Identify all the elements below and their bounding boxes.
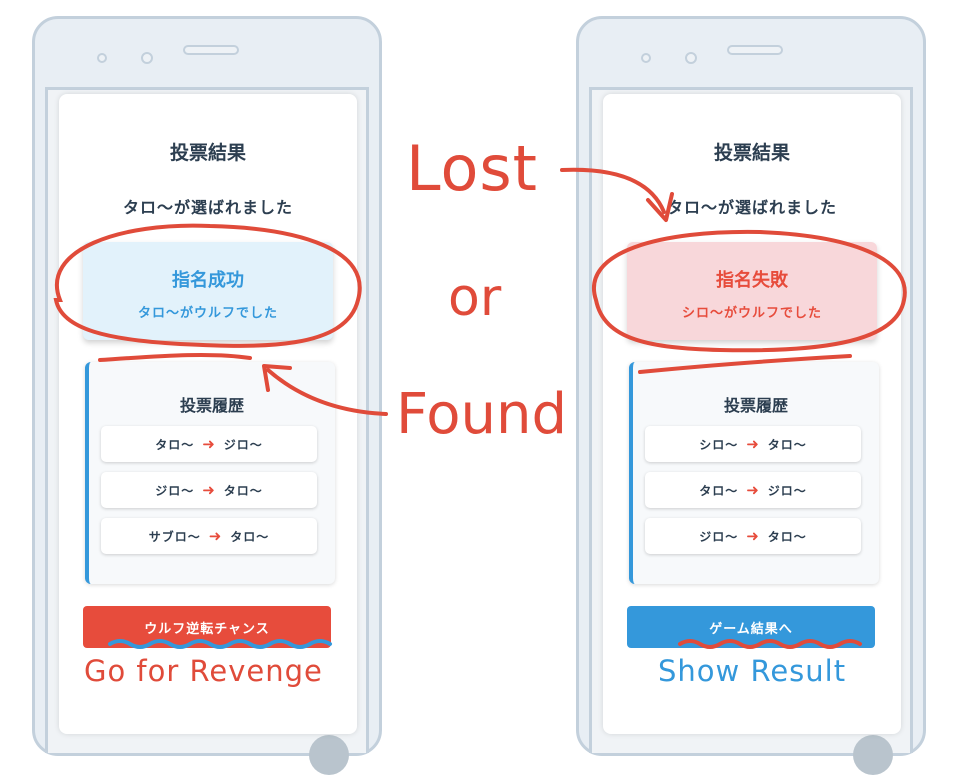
- page-title: 投票結果: [713, 142, 790, 164]
- voter-name: サブロ〜: [148, 529, 201, 544]
- voted-name: タロ〜: [230, 529, 270, 544]
- vote-history-row: ジロ〜 ➜ タロ〜: [101, 472, 317, 508]
- voter-name: シロ〜: [699, 437, 739, 452]
- voter-name: ジロ〜: [699, 529, 739, 544]
- nomination-fail-box: 指名失敗 シロ〜がウルフでした: [627, 242, 877, 340]
- vote-history-row: サブロ〜 ➜ タロ〜: [101, 518, 317, 554]
- annotation-or: or: [448, 268, 502, 328]
- vote-history-row: タロ〜 ➜ ジロ〜: [645, 472, 861, 508]
- speaker-grille: [183, 45, 239, 55]
- arrow-right-icon: ➜: [202, 435, 216, 453]
- voted-name: タロ〜: [767, 529, 807, 544]
- annotation-show-result: Show Result: [658, 654, 847, 688]
- voter-name: タロ〜: [155, 437, 195, 452]
- arrow-right-icon: ➜: [202, 481, 216, 499]
- nomination-success-box: 指名成功 タロ〜がウルフでした: [83, 242, 333, 340]
- result-subtitle: シロ〜がウルフでした: [681, 306, 822, 321]
- arrow-right-icon: ➜: [746, 481, 760, 499]
- voted-name: ジロ〜: [767, 483, 807, 498]
- sensor-dot: [685, 52, 697, 64]
- annotation-go-for-revenge: Go for Revenge: [84, 654, 323, 688]
- result-card-right: 投票結果 タロ〜が選ばれました 指名失敗 シロ〜がウルフでした 投票履歴 シロ〜…: [603, 94, 901, 734]
- vote-history-row: ジロ〜 ➜ タロ〜: [645, 518, 861, 554]
- vote-history-panel: 投票履歴 タロ〜 ➜ ジロ〜 ジロ〜 ➜ タロ〜 サブロ〜 ➜ タロ〜: [85, 362, 335, 584]
- arrow-right-icon: ➜: [746, 527, 760, 545]
- voter-name: ジロ〜: [155, 483, 195, 498]
- vote-history-title: 投票履歴: [179, 396, 244, 415]
- voter-name: タロ〜: [699, 483, 739, 498]
- vote-history-panel: 投票履歴 シロ〜 ➜ タロ〜 タロ〜 ➜ ジロ〜 ジロ〜 ➜ タロ〜: [629, 362, 879, 584]
- voted-name: ジロ〜: [223, 437, 263, 452]
- arrow-right-icon: ➜: [746, 435, 760, 453]
- voted-name: タロ〜: [767, 437, 807, 452]
- speaker-grille: [727, 45, 783, 55]
- sensor-dot: [141, 52, 153, 64]
- home-button[interactable]: [853, 735, 893, 775]
- vote-history-row: シロ〜 ➜ タロ〜: [645, 426, 861, 462]
- camera-dot: [641, 53, 651, 63]
- annotation-found: Found: [396, 382, 568, 447]
- vote-history-title: 投票履歴: [723, 396, 788, 415]
- camera-dot: [97, 53, 107, 63]
- result-subtitle: タロ〜がウルフでした: [137, 306, 278, 321]
- result-title: 指名成功: [172, 270, 244, 291]
- selected-player-text: タロ〜が選ばれました: [122, 198, 293, 217]
- vote-history-row: タロ〜 ➜ ジロ〜: [101, 426, 317, 462]
- wolf-revenge-button[interactable]: ウルフ逆転チャンス: [83, 606, 331, 648]
- voted-name: タロ〜: [223, 483, 263, 498]
- home-button[interactable]: [309, 735, 349, 775]
- result-title: 指名失敗: [716, 270, 788, 291]
- arrow-right-icon: ➜: [208, 527, 223, 545]
- show-game-result-button[interactable]: ゲーム結果へ: [627, 606, 875, 648]
- selected-player-text: タロ〜が選ばれました: [666, 198, 837, 217]
- annotation-lost: Lost: [406, 132, 538, 205]
- result-card-left: 投票結果 タロ〜が選ばれました 指名成功 タロ〜がウルフでした 投票履歴 タロ〜…: [59, 94, 357, 734]
- page-title: 投票結果: [169, 142, 246, 164]
